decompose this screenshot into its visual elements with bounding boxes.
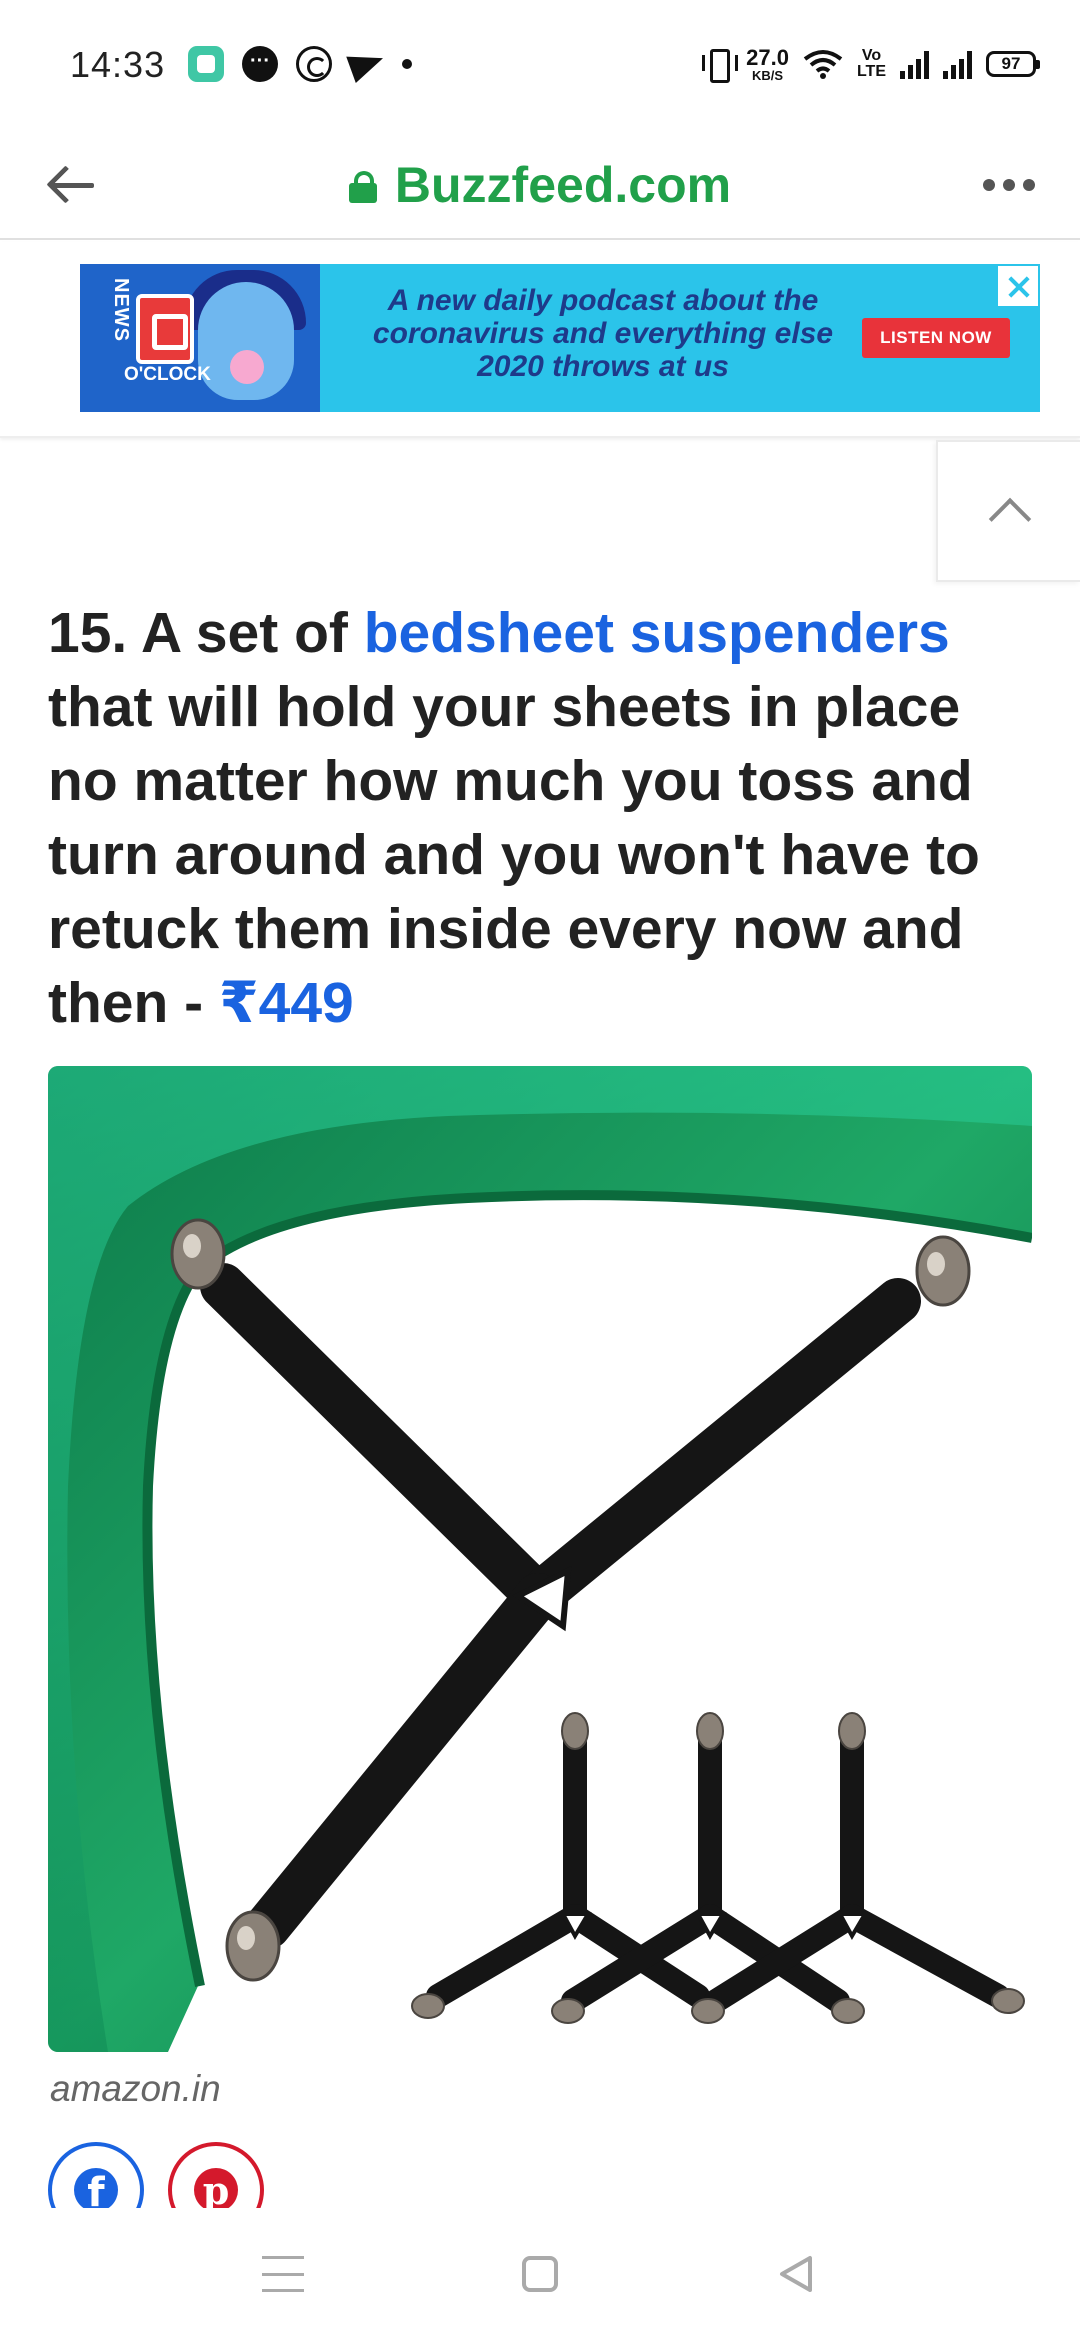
messages-icon: ···: [242, 46, 278, 82]
facebook-icon: f: [74, 2168, 118, 2216]
back-triangle-icon[interactable]: [776, 2254, 816, 2294]
ad-container: NEWS O'CLOCK A new daily podcast about t…: [0, 242, 1080, 438]
ad-text: A new daily podcast about the coronaviru…: [372, 284, 834, 383]
ad-banner[interactable]: NEWS O'CLOCK A new daily podcast about t…: [80, 264, 1040, 412]
system-icons: 27.0 KB/S Vo LTE 97: [702, 44, 1040, 84]
browser-toolbar: Buzzfeed.com: [0, 130, 1080, 240]
signal-icon: [900, 49, 929, 79]
notification-icons: ···: [188, 44, 412, 84]
image-source: amazon.in: [50, 2068, 221, 2109]
arrow-left-icon[interactable]: [44, 154, 104, 214]
pinterest-icon: p: [194, 2168, 238, 2213]
battery-level: 97: [1001, 54, 1021, 73]
network-speed: 27.0 KB/S: [746, 44, 789, 83]
scroll-to-top-button[interactable]: [936, 440, 1080, 582]
app-icon: [188, 46, 224, 82]
wifi-icon: [803, 49, 843, 79]
lock-icon: [348, 171, 377, 203]
network-speed-value: 27.0: [746, 44, 789, 70]
network-speed-unit: KB/S: [752, 67, 784, 83]
signal-icon: [943, 49, 972, 79]
chevron-up-icon: [988, 497, 1032, 541]
telegram-icon: [346, 45, 388, 83]
recents-icon[interactable]: [262, 2256, 304, 2292]
whatsapp-icon: [296, 46, 332, 82]
podcast-logo-icon: [136, 294, 194, 364]
url-text[interactable]: Buzzfeed.com: [395, 156, 731, 214]
home-icon[interactable]: [522, 2256, 558, 2292]
price-link[interactable]: ₹449: [219, 971, 354, 1035]
ad-brand-oclock: O'CLOCK: [124, 364, 211, 385]
vibrate-icon: [702, 47, 739, 83]
more-dots-icon[interactable]: [974, 160, 1044, 210]
item-heading: 15. A set of bedsheet suspenders that wi…: [48, 596, 1038, 1040]
close-icon[interactable]: [996, 264, 1040, 308]
heading-suffix: that will hold your sheets in place no m…: [48, 675, 980, 1035]
address-bar: Buzzfeed.com: [0, 130, 1080, 240]
status-bar: 14:33 ··· 27.0 KB/S Vo LTE 97: [0, 0, 1080, 130]
status-time: 14:33: [70, 44, 166, 85]
volte-indicator: Vo LTE: [856, 47, 886, 80]
battery-icon: 97: [986, 51, 1040, 77]
product-image[interactable]: [48, 1066, 1032, 2052]
notification-dot-icon: [402, 59, 412, 69]
product-link[interactable]: bedsheet suspenders: [364, 601, 950, 665]
ad-listen-button[interactable]: LISTEN NOW: [862, 318, 1010, 358]
heading-prefix: 15. A set of: [48, 601, 364, 665]
ad-brand-news: NEWS: [110, 278, 132, 342]
system-nav-bar: [0, 2208, 1080, 2340]
